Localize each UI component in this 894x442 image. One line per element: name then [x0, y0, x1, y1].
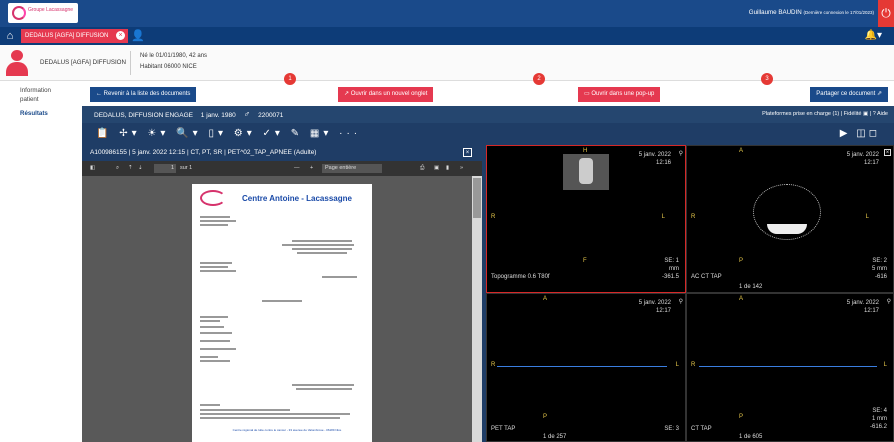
search-icon[interactable]: ⌕ [116, 161, 119, 176]
layout-grid-icon[interactable]: ◫◻ [856, 128, 880, 139]
study-info: A100986155 | 5 janv. 2022 12:15 | CT, PT… [90, 149, 317, 156]
sidebar-toggle-icon[interactable]: ◧ [90, 161, 95, 176]
patient-group-icon[interactable]: 👤 [131, 29, 145, 43]
pan-icon[interactable]: ✢▾ [119, 128, 140, 139]
logo-text: Groupe Lacassagne [28, 7, 74, 13]
monitor-icon[interactable]: ▣ [863, 111, 868, 117]
tab-patient-diffusion[interactable]: DEDALUS [AGFA] DIFFUSION × [21, 29, 128, 43]
sidebar: Information patient Résultats [0, 81, 82, 442]
save-icon[interactable]: ▣ [434, 161, 439, 176]
header-divider [130, 51, 131, 75]
document-logo-icon [200, 190, 226, 206]
pdf-scrollbar[interactable] [472, 176, 482, 442]
sidebar-item-results[interactable]: Résultats [20, 109, 48, 118]
tool-icon[interactable]: ⚲ [887, 298, 891, 305]
window-icon: ▭ [584, 91, 590, 97]
open-popup-button[interactable]: ▭ Ouvrir dans une pop-up [578, 87, 661, 102]
power-icon[interactable]: ⏻ [878, 0, 894, 27]
action-bar: ← Revenir à la liste des documents 1 ↗ O… [82, 73, 894, 106]
tool-icon[interactable]: ⚲ [679, 150, 683, 157]
more-icon[interactable]: ··· [339, 128, 361, 139]
play-icon[interactable]: ▶ [840, 128, 851, 139]
patient-address: Habitant 06000 NICE [140, 64, 197, 70]
zoom-select[interactable]: Page entière [322, 164, 382, 173]
study-info-bar: A100986155 | 5 janv. 2022 12:15 | CT, PT… [82, 145, 482, 161]
layout-icon[interactable]: ▦▾ [310, 128, 332, 139]
share-icon: ⇗ [876, 91, 882, 97]
more-tools-icon[interactable]: » [460, 161, 463, 176]
pdf-area[interactable]: Centre Antoine - Lacassagne Centre régio… [82, 176, 482, 442]
page-total: sur 1 [180, 165, 193, 171]
user-info[interactable]: Guillaume BAUDIN (Dernière connexion le … [749, 9, 874, 16]
viewer-header-right: Plateformes prise en charge (1) | Fidéli… [762, 111, 888, 117]
help-icon[interactable]: ? [873, 111, 876, 117]
marker-3: 3 [761, 73, 773, 85]
viewport-pet-tap[interactable]: A 5 janv. 2022 ⚲ 12:17 R L P SE: 3 PET T… [486, 293, 686, 442]
brightness-icon[interactable]: ☀▾ [147, 128, 169, 139]
bookmark-icon[interactable]: ▮ [446, 161, 449, 176]
tools-icon[interactable]: ✎ [291, 128, 303, 139]
top-bar: Groupe Lacassagne Guillaume BAUDIN (Dern… [0, 0, 894, 27]
pdf-toolbar: ◧ ⌕ ⇡ ⇣ 1 sur 1 — + Page entière ⎙ ▣ ▮ » [82, 161, 482, 176]
marker-1: 1 [284, 73, 296, 85]
sidebar-item-information-patient[interactable]: patient [20, 95, 39, 104]
tool-icon[interactable]: ⚲ [679, 298, 683, 305]
close-study-icon[interactable]: × [463, 148, 472, 157]
close-tab-icon[interactable]: × [116, 31, 125, 40]
viewer-header: DEDALUS, DIFFUSION ENGAGE 1 janv. 1980 ♂… [82, 106, 894, 123]
viewport-ct-tap[interactable]: A 5 janv. 2022 ⚲ 12:17 R L P SE: 4 1 mm … [686, 293, 894, 442]
stack-icon[interactable]: ⚙▾ [234, 128, 256, 139]
viewport-topogram[interactable]: H 5 janv. 2022 ⚲ 12:16 R L F SE: 1 mm -3… [486, 145, 686, 293]
check-icon[interactable]: ✓▾ [263, 128, 284, 139]
scrollbar-thumb[interactable] [473, 178, 481, 218]
page-number-input[interactable]: 1 [154, 164, 176, 173]
viewer-title: DEDALUS, DIFFUSION ENGAGE [94, 112, 193, 119]
home-icon[interactable]: ⌂ [3, 29, 17, 43]
patient-avatar-icon [6, 50, 28, 76]
measure-icon[interactable]: ▯▾ [208, 128, 227, 139]
share-document-button[interactable]: Partager ce document ⇗ [810, 87, 888, 102]
last-connection: (Dernière connexion le 17/01/2023) [803, 10, 874, 15]
viewer-id: 2200071 [258, 112, 284, 119]
prev-page-icon[interactable]: ⇡ [128, 161, 133, 176]
open-new-tab-button[interactable]: ↗ Ouvrir dans un nouvel onglet [338, 87, 434, 102]
tab-label: DEDALUS [AGFA] DIFFUSION [25, 33, 109, 39]
topogram-thumbnail [563, 154, 609, 190]
document-viewer: DEDALUS, DIFFUSION ENGAGE 1 janv. 1980 ♂… [82, 106, 894, 442]
viewer-birth: 1 janv. 1980 [200, 112, 236, 119]
pdf-page: Centre Antoine - Lacassagne Centre régio… [192, 184, 372, 442]
reference-line [497, 366, 667, 367]
image-grid: H 5 janv. 2022 ⚲ 12:16 R L F SE: 1 mm -3… [486, 145, 894, 442]
viewport-ac-ct[interactable]: A 5 janv. 2022 × 12:17 R L P SE: 2 5 mm … [686, 145, 894, 293]
logo-swirl-icon [12, 6, 26, 20]
back-to-list-button[interactable]: ← Revenir à la liste des documents [90, 87, 197, 102]
external-link-icon: ↗ [344, 91, 350, 97]
patient-header: DEDALUS [AGFA] DIFFUSION Né le 01/01/198… [0, 45, 894, 81]
arrow-left-icon: ← [96, 91, 102, 97]
bell-icon[interactable]: 🔔▾ [865, 29, 882, 43]
user-name: Guillaume BAUDIN [748, 9, 802, 16]
patient-name: DEDALUS [AGFA] DIFFUSION [40, 59, 126, 66]
viewer-toolbar-right: ▶ ◫◻ [840, 123, 880, 145]
sidebar-item-information[interactable]: Information [20, 86, 51, 95]
tab-bar: ⌂ DEDALUS [AGFA] DIFFUSION × 👤 🔔▾ [0, 27, 894, 45]
close-viewport-icon[interactable]: × [884, 149, 891, 156]
marker-2: 2 [533, 73, 545, 85]
reference-line [699, 366, 877, 367]
male-icon: ♂ [243, 109, 251, 119]
document-title: Centre Antoine - Lacassagne [242, 194, 352, 203]
zoom-in-icon[interactable]: + [310, 161, 313, 176]
document-footer: Centre régional de lutte contre le cance… [232, 428, 342, 432]
print-icon[interactable]: ⎙ [420, 161, 424, 176]
patient-birth: Né le 01/01/1980, 42 ans [140, 53, 208, 59]
zoom-icon[interactable]: 🔍▾ [176, 128, 201, 139]
app-logo[interactable]: Groupe Lacassagne [8, 3, 78, 23]
viewer-toolbar: 📋 ✢▾ ☀▾ 🔍▾ ▯▾ ⚙▾ ✓▾ ✎ ▦▾ ··· ▶ ◫◻ [82, 123, 894, 145]
zoom-out-icon[interactable]: — [294, 161, 300, 176]
clipboard-icon[interactable]: 📋 [96, 128, 112, 139]
next-page-icon[interactable]: ⇣ [138, 161, 143, 176]
